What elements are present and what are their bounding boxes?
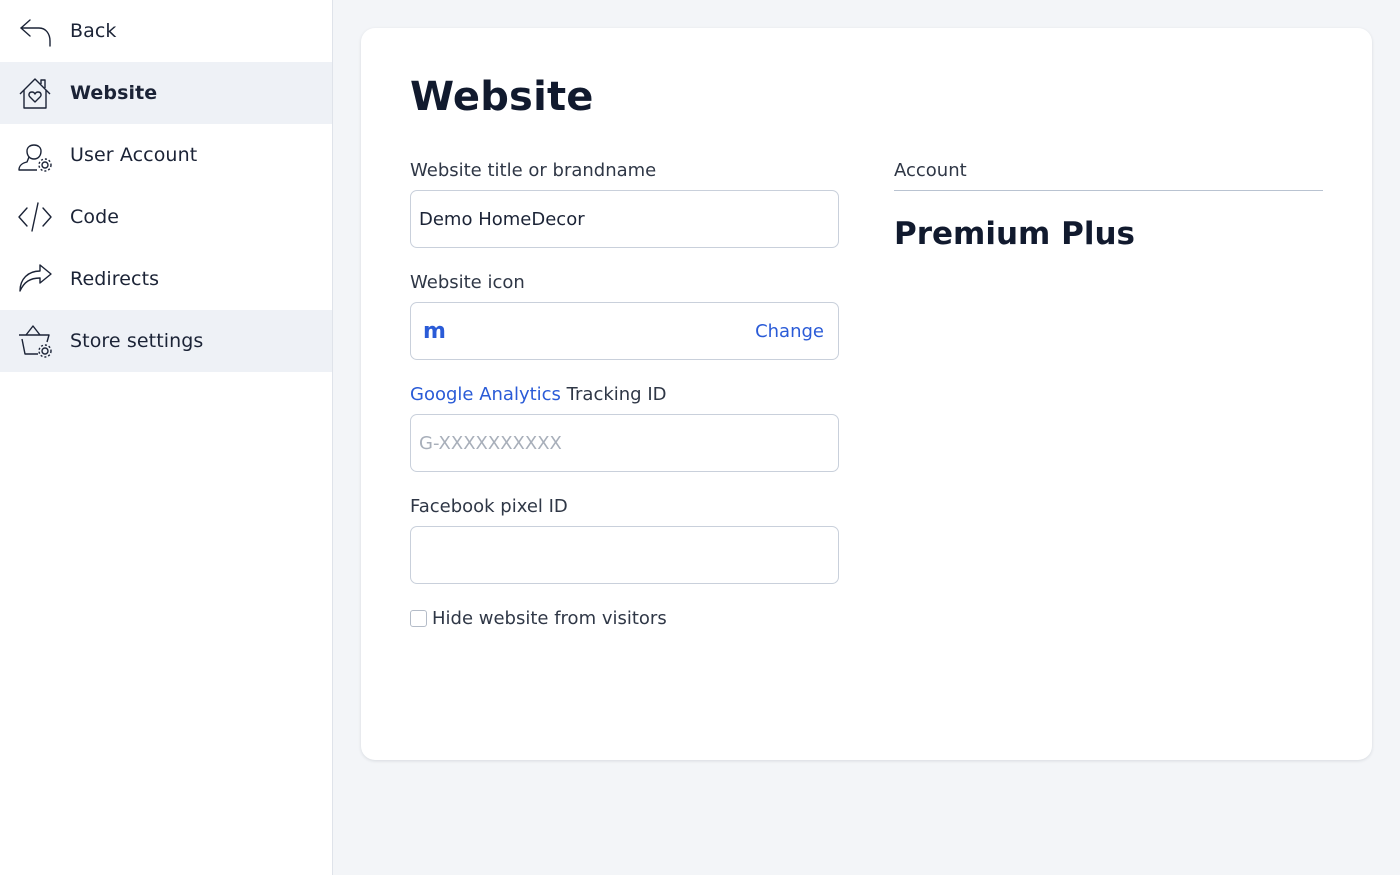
sidebar-item-label: Redirects [70,268,160,290]
sidebar-item-store-settings[interactable]: Store settings [0,310,332,372]
sidebar-item-label: Store settings [70,330,204,352]
account-plan: Premium Plus [894,216,1135,252]
brand-m-icon: m [423,318,446,344]
google-analytics-link[interactable]: Google Analytics [410,384,561,405]
code-icon [17,199,53,235]
analytics-field-label: Google Analytics Tracking ID [410,384,839,406]
change-icon-link[interactable]: Change [755,321,824,342]
analytics-tracking-id-input[interactable] [410,414,839,472]
sidebar-item-label: Back [70,20,117,42]
sidebar-item-user-account[interactable]: User Account [0,124,332,186]
hide-website-row: Hide website from visitors [410,608,839,629]
title-field-label: Website title or brandname [410,160,657,181]
analytics-field: Google Analytics Tracking ID [410,384,839,472]
basket-gear-icon [17,323,53,359]
sidebar-item-redirects[interactable]: Redirects [0,248,332,310]
facebook-pixel-id-input[interactable] [410,526,839,584]
hide-website-label[interactable]: Hide website from visitors [432,608,667,629]
hide-website-checkbox[interactable] [410,610,427,627]
account-label: Account [894,160,1323,191]
house-heart-icon [17,75,53,111]
redirect-arrow-icon [17,261,53,297]
sidebar-item-website[interactable]: Website [0,62,332,124]
settings-card: Website Website title or brandname Websi… [361,28,1372,760]
settings-form: Website title or brandname Website icon … [410,160,839,629]
facebook-field: Facebook pixel ID [410,496,839,584]
icon-field: Website icon m Change [410,272,839,360]
facebook-field-label: Facebook pixel ID [410,496,568,517]
page-title: Website [410,74,594,120]
user-gear-icon [17,137,53,173]
sidebar-item-label: Website [70,82,158,104]
back-arrow-icon [17,13,53,49]
analytics-label-text: Tracking ID [560,384,667,405]
sidebar-item-label: User Account [70,144,198,166]
sidebar: Back Website User Account Code Redirects… [0,0,333,875]
account-section: Account Premium Plus [894,160,1323,252]
sidebar-item-label: Code [70,206,120,228]
title-field: Website title or brandname [410,160,839,248]
sidebar-item-code[interactable]: Code [0,186,332,248]
sidebar-item-back[interactable]: Back [0,0,332,62]
website-icon-box: m Change [410,302,839,360]
website-title-input[interactable] [410,190,839,248]
icon-field-label: Website icon [410,272,525,293]
